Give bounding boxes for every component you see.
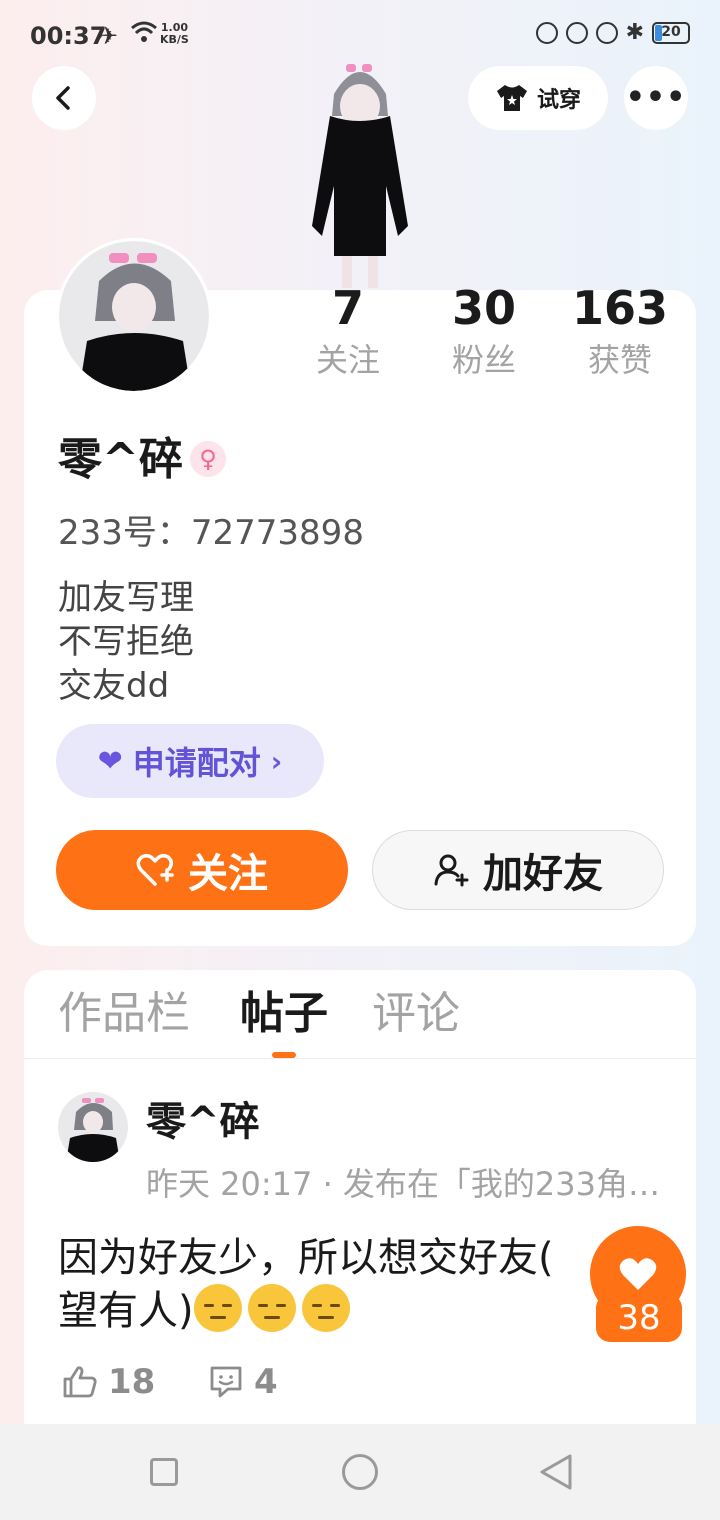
battery-icon: 20 xyxy=(652,22,690,44)
home-button[interactable] xyxy=(342,1454,378,1490)
heart-plus-icon xyxy=(136,853,174,886)
chevron-right-icon: › xyxy=(270,744,283,778)
add-user-icon xyxy=(434,854,469,887)
stat-followers[interactable]: 30 粉丝 xyxy=(424,282,544,382)
stat-following-value: 7 xyxy=(331,281,364,335)
chevron-left-icon xyxy=(56,86,70,110)
airplane-icon: ✈ xyxy=(98,22,119,50)
tabs-divider xyxy=(24,1058,696,1059)
profile-name: 零^碎 xyxy=(58,434,183,485)
more-options-button[interactable]: ••• xyxy=(624,66,688,130)
floating-like-count: 38 xyxy=(596,1294,682,1342)
network-speed-unit: KB/S xyxy=(160,33,189,46)
post-like-button[interactable]: 18 xyxy=(62,1362,155,1402)
character-figure[interactable] xyxy=(290,56,430,288)
female-gender-icon: ♀ xyxy=(190,441,226,477)
double-heart-icon: ❤ xyxy=(97,743,123,779)
bio-line: 加友写理 xyxy=(58,578,194,618)
pensive-emoji-icon xyxy=(193,1284,242,1332)
post-comment-button[interactable]: 4 xyxy=(208,1362,278,1402)
tab-works[interactable]: 作品栏 xyxy=(58,984,190,1044)
post-meta: 昨天 20:17 · 发布在「我的233角… xyxy=(146,1165,660,1203)
system-back-button[interactable] xyxy=(538,1452,574,1496)
stat-likes-value: 163 xyxy=(571,281,669,335)
triangle-back-icon xyxy=(540,1454,572,1490)
add-friend-label: 加好友 xyxy=(483,851,603,897)
alarm-icon xyxy=(595,22,618,44)
battery-level: 20 xyxy=(661,24,681,40)
stat-likes-label: 获赞 xyxy=(587,341,652,379)
request-pair-button[interactable]: ❤ 申请配对 › xyxy=(56,724,324,798)
bio-line: 不写拒绝 xyxy=(58,622,194,662)
tab-posts[interactable]: 帖子 xyxy=(240,984,328,1044)
heart-icon xyxy=(619,1258,657,1290)
pensive-emoji-icon xyxy=(301,1284,350,1332)
profile-id: 233号：72773898 xyxy=(58,513,364,553)
stat-following[interactable]: 7 关注 xyxy=(288,282,408,382)
back-button[interactable] xyxy=(32,66,96,130)
data-saver-icon xyxy=(535,22,558,44)
bio-line: 交友dd xyxy=(58,666,170,706)
follow-label: 关注 xyxy=(188,851,268,897)
status-icons: ✱ 20 xyxy=(535,20,690,45)
lock-rotation-icon xyxy=(565,22,588,44)
tab-comments[interactable]: 评论 xyxy=(372,984,460,1044)
stat-following-label: 关注 xyxy=(315,341,380,379)
profile-avatar[interactable] xyxy=(56,238,212,394)
follow-button[interactable]: 关注 xyxy=(56,830,348,910)
post-comment-count: 4 xyxy=(254,1362,278,1402)
profile-bio: 加友写理 不写拒绝 交友dd xyxy=(58,576,194,708)
try-on-button[interactable]: 试穿 xyxy=(468,66,608,130)
post-author-name[interactable]: 零^碎 xyxy=(146,1096,260,1148)
post-text-line: 望有人) xyxy=(58,1288,194,1334)
bluetooth-icon: ✱ xyxy=(625,20,644,45)
more-dots-icon: ••• xyxy=(625,80,687,115)
tshirt-icon xyxy=(496,85,527,111)
post-like-count: 18 xyxy=(108,1362,156,1402)
post-author-avatar[interactable] xyxy=(58,1092,128,1162)
try-on-label: 试穿 xyxy=(536,88,581,113)
stat-likes[interactable]: 163 获赞 xyxy=(560,282,680,382)
status-time: 00:37 xyxy=(30,22,107,50)
stat-followers-value: 30 xyxy=(451,281,516,335)
wifi-icon xyxy=(130,20,158,48)
recent-apps-button[interactable] xyxy=(150,1458,178,1486)
stat-followers-label: 粉丝 xyxy=(451,341,516,379)
thumbs-up-icon xyxy=(63,1366,97,1398)
pensive-emoji-icon xyxy=(247,1284,296,1332)
request-pair-label: 申请配对 xyxy=(132,744,261,782)
network-speed: 1.00 KB/S xyxy=(160,22,189,46)
comment-icon xyxy=(210,1366,242,1398)
add-friend-button[interactable]: 加好友 xyxy=(372,830,664,910)
